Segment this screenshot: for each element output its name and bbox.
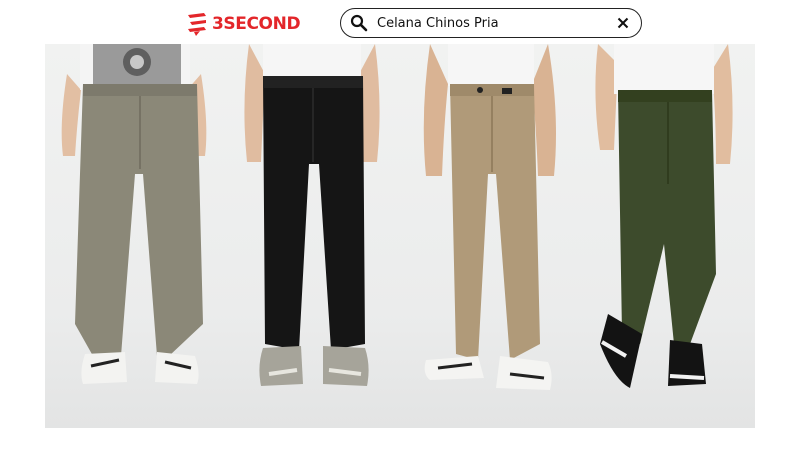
- product-image: [594, 44, 733, 388]
- product-card-khaki-grey-chino[interactable]: [45, 44, 223, 428]
- logo-text: 3SECOND: [212, 14, 301, 34]
- search-input[interactable]: Celana Chinos Pria: [377, 16, 615, 31]
- logo-mark-icon: [188, 13, 206, 36]
- close-icon[interactable]: [615, 15, 631, 31]
- search-bar[interactable]: Celana Chinos Pria: [340, 8, 642, 38]
- brand-logo[interactable]: 3SECOND: [186, 10, 301, 38]
- product-image: [423, 44, 556, 390]
- search-icon[interactable]: [349, 13, 369, 33]
- product-card-black-chino[interactable]: [222, 44, 400, 428]
- product-card-olive-chino[interactable]: [577, 44, 755, 428]
- product-image: [61, 44, 207, 384]
- product-image: [243, 44, 380, 386]
- product-card-sand-chino[interactable]: [400, 44, 578, 428]
- product-gallery: [45, 44, 755, 428]
